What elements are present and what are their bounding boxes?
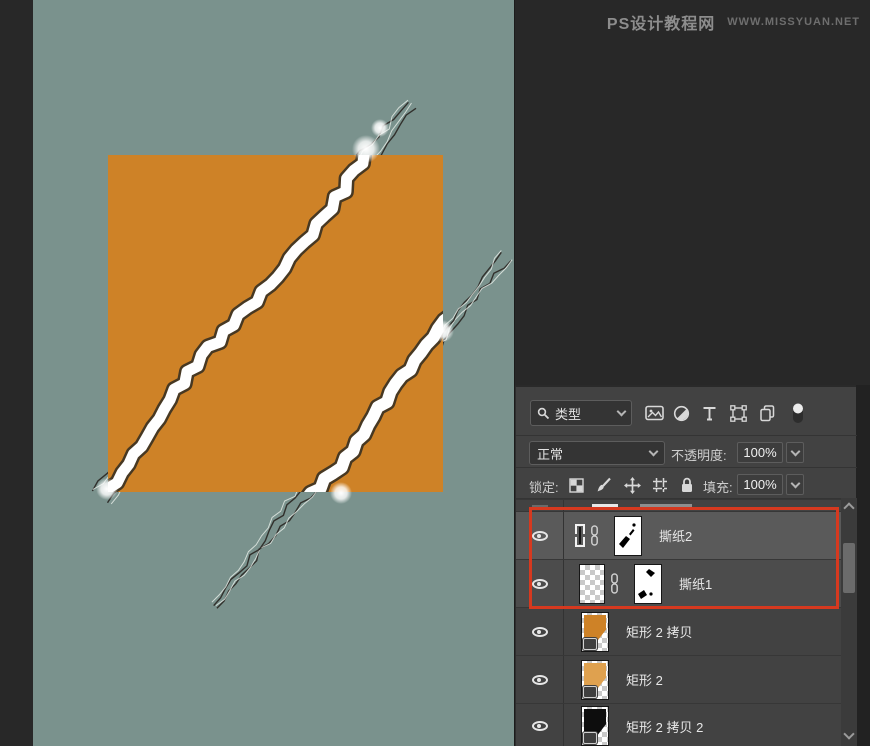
checkerboard-icon bbox=[569, 478, 584, 493]
search-icon bbox=[537, 407, 550, 420]
layer-row-rect2-copy2[interactable]: 矩形 2 拷贝 2 bbox=[516, 703, 841, 746]
artboard-icon bbox=[652, 477, 668, 493]
eye-icon bbox=[532, 721, 548, 731]
document-canvas[interactable] bbox=[33, 0, 515, 746]
shape-icon bbox=[730, 405, 747, 422]
image-icon bbox=[645, 405, 664, 421]
panel-gutter bbox=[856, 385, 870, 746]
divider bbox=[516, 435, 857, 436]
scrollbar-thumb[interactable] bbox=[843, 543, 855, 593]
blend-mode-dropdown[interactable]: 正常 bbox=[529, 441, 665, 465]
filter-shape-layers-button[interactable] bbox=[726, 402, 750, 424]
filter-type-layers-button[interactable] bbox=[697, 402, 721, 424]
chevron-down-icon bbox=[790, 446, 800, 456]
divider bbox=[516, 467, 857, 468]
lock-all-button[interactable] bbox=[675, 473, 699, 497]
shape-layer-thumbnail[interactable] bbox=[581, 612, 609, 652]
lock-transparent-pixels-button[interactable] bbox=[564, 473, 588, 497]
watermark-site-name: PS设计教程网 bbox=[607, 10, 715, 34]
copy-page-icon bbox=[759, 405, 776, 422]
watermark-site-url: WWW.MISSYUAN.NET bbox=[727, 16, 860, 28]
layers-scrollbar[interactable] bbox=[841, 498, 857, 746]
half-circle-icon bbox=[673, 405, 690, 422]
shape-badge-icon bbox=[583, 686, 597, 698]
photoshop-workspace: PS设计教程网 WWW.MISSYUAN.NET 类型 bbox=[0, 0, 870, 746]
filter-on-toggle[interactable] bbox=[786, 402, 810, 424]
shape-fill bbox=[584, 663, 606, 689]
opacity-value-field[interactable]: 100% bbox=[737, 442, 783, 463]
layer-filter-dropdown[interactable]: 类型 bbox=[530, 400, 632, 426]
lock-image-pixels-button[interactable] bbox=[592, 473, 616, 497]
visibility-toggle[interactable] bbox=[516, 704, 564, 746]
toggle-pin-icon bbox=[791, 401, 805, 425]
lock-label: 锁定: bbox=[529, 477, 559, 496]
opacity-dropdown-button[interactable] bbox=[786, 442, 804, 463]
lock-position-button[interactable] bbox=[620, 473, 644, 497]
opacity-label: 不透明度: bbox=[671, 445, 727, 464]
eye-icon bbox=[532, 675, 548, 685]
visibility-toggle[interactable] bbox=[516, 656, 564, 703]
visibility-toggle[interactable] bbox=[516, 608, 564, 655]
filter-smart-objects-button[interactable] bbox=[755, 402, 779, 424]
shape-layer-thumbnail[interactable] bbox=[581, 660, 609, 700]
scroll-down-icon[interactable] bbox=[843, 728, 854, 739]
layer-row-rect2-copy[interactable]: 矩形 2 拷贝 bbox=[516, 607, 841, 655]
orange-rectangle bbox=[108, 155, 443, 492]
shape-layer-thumbnail[interactable] bbox=[581, 706, 609, 746]
shape-fill bbox=[584, 615, 606, 641]
blend-mode-value: 正常 bbox=[537, 444, 650, 463]
filter-type-label: 类型 bbox=[555, 404, 613, 423]
layer-name: 矩形 2 拷贝 bbox=[626, 622, 692, 641]
chevron-down-icon bbox=[790, 478, 800, 488]
scroll-up-icon[interactable] bbox=[843, 502, 854, 513]
watermark: PS设计教程网 WWW.MISSYUAN.NET bbox=[607, 10, 860, 34]
chevron-down-icon bbox=[617, 407, 627, 417]
filter-adjustment-layers-button[interactable] bbox=[669, 402, 693, 424]
brush-icon bbox=[596, 477, 612, 493]
shape-badge-icon bbox=[583, 638, 597, 650]
layers-panel: 类型 bbox=[515, 385, 856, 746]
fill-label: 填充: bbox=[703, 477, 733, 496]
layer-name: 矩形 2 bbox=[626, 670, 663, 689]
layer-row-rect2[interactable]: 矩形 2 bbox=[516, 655, 841, 703]
lock-artboard-button[interactable] bbox=[648, 473, 672, 497]
layer-name: 矩形 2 拷贝 2 bbox=[626, 717, 703, 736]
text-icon bbox=[702, 406, 717, 421]
move-icon bbox=[624, 477, 641, 494]
filter-pixel-layers-button[interactable] bbox=[642, 402, 666, 424]
fill-dropdown-button[interactable] bbox=[786, 474, 804, 495]
annotation-highlight-box bbox=[529, 507, 839, 609]
lock-icon bbox=[680, 477, 694, 493]
shape-badge-icon bbox=[583, 732, 597, 744]
eye-icon bbox=[532, 627, 548, 637]
fill-value-field[interactable]: 100% bbox=[737, 474, 783, 495]
chevron-down-icon bbox=[649, 447, 659, 457]
